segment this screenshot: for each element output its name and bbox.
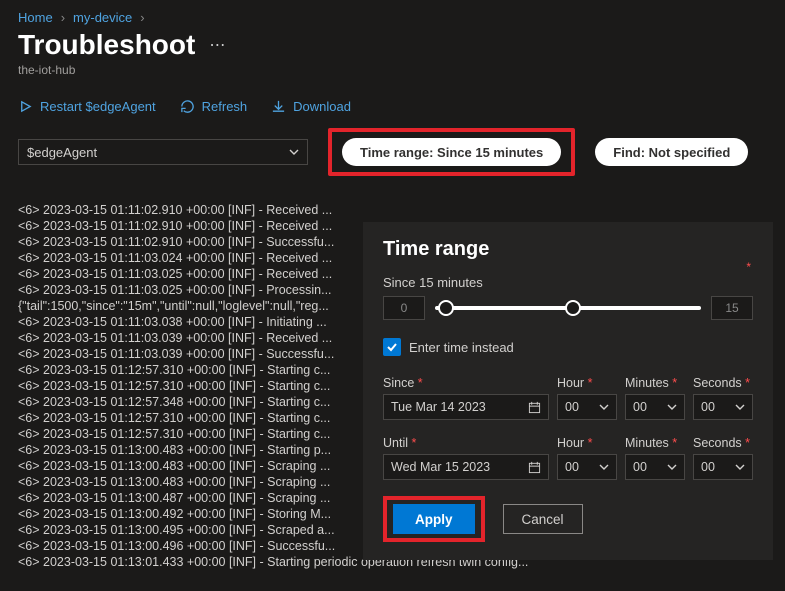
find-pill[interactable]: Find: Not specified <box>595 138 748 166</box>
chevron-down-icon <box>735 402 745 412</box>
until-sec-label: Seconds <box>693 436 742 450</box>
since-date-value: Tue Mar 14 2023 <box>391 400 486 414</box>
since-sec-select[interactable]: 00 <box>693 394 753 420</box>
since-label: Since <box>383 376 414 390</box>
slider-thumb-left[interactable] <box>438 300 454 316</box>
check-icon <box>386 341 398 353</box>
time-slider[interactable] <box>435 306 701 310</box>
since-minutes-label: Since 15 minutes <box>383 275 753 290</box>
chevron-down-icon <box>289 147 299 157</box>
until-label: Until <box>383 436 408 450</box>
since-min-select[interactable]: 00 <box>625 394 685 420</box>
chevron-down-icon <box>667 462 677 472</box>
page-title: Troubleshoot <box>18 29 195 61</box>
breadcrumb-home[interactable]: Home <box>18 10 53 25</box>
more-icon[interactable]: ⋯ <box>209 35 225 55</box>
chevron-down-icon <box>735 462 745 472</box>
refresh-label: Refresh <box>202 99 248 114</box>
restart-button[interactable]: Restart $edgeAgent <box>18 99 156 114</box>
since-date-input[interactable]: Tue Mar 14 2023 <box>383 394 549 420</box>
highlight-time-range: Time range: Since 15 minutes <box>328 128 575 176</box>
page-subtitle: the-iot-hub <box>0 61 785 91</box>
breadcrumb: Home › my-device › <box>0 0 785 29</box>
until-min-select[interactable]: 00 <box>625 454 685 480</box>
chevron-down-icon <box>667 402 677 412</box>
download-icon <box>271 99 286 114</box>
cancel-button[interactable]: Cancel <box>503 504 583 534</box>
toolbar: Restart $edgeAgent Refresh Download <box>0 91 785 128</box>
restart-label: Restart $edgeAgent <box>40 99 156 114</box>
module-select[interactable]: $edgeAgent <box>18 139 308 165</box>
until-hour-select[interactable]: 00 <box>557 454 617 480</box>
since-min-label: Minutes <box>625 376 669 390</box>
until-hour-label: Hour <box>557 436 584 450</box>
panel-title: Time range <box>383 238 753 261</box>
chevron-right-icon: › <box>61 10 65 25</box>
since-sec-label: Seconds <box>693 376 742 390</box>
play-icon <box>18 99 33 114</box>
slider-max-input[interactable] <box>711 296 753 320</box>
highlight-apply: Apply <box>383 496 485 542</box>
calendar-icon <box>528 401 541 414</box>
enter-time-label: Enter time instead <box>409 340 514 355</box>
until-sec-select[interactable]: 00 <box>693 454 753 480</box>
until-min-label: Minutes <box>625 436 669 450</box>
download-button[interactable]: Download <box>271 99 351 114</box>
since-hour-label: Hour <box>557 376 584 390</box>
refresh-icon <box>180 99 195 114</box>
time-range-panel: Time range * Since 15 minutes Enter time… <box>363 222 773 560</box>
slider-min-input[interactable] <box>383 296 425 320</box>
calendar-icon <box>528 461 541 474</box>
required-indicator: * <box>746 260 751 274</box>
chevron-down-icon <box>599 402 609 412</box>
refresh-button[interactable]: Refresh <box>180 99 248 114</box>
chevron-right-icon: › <box>140 10 144 25</box>
enter-time-checkbox[interactable] <box>383 338 401 356</box>
until-date-value: Wed Mar 15 2023 <box>391 460 490 474</box>
slider-thumb-right[interactable] <box>565 300 581 316</box>
since-hour-select[interactable]: 00 <box>557 394 617 420</box>
download-label: Download <box>293 99 351 114</box>
apply-button[interactable]: Apply <box>393 504 475 534</box>
module-select-value: $edgeAgent <box>27 145 97 160</box>
chevron-down-icon <box>599 462 609 472</box>
breadcrumb-device[interactable]: my-device <box>73 10 132 25</box>
time-range-pill[interactable]: Time range: Since 15 minutes <box>342 138 561 166</box>
log-line: <6> 2023-03-15 01:11:02.910 +00:00 [INF]… <box>18 202 528 218</box>
until-date-input[interactable]: Wed Mar 15 2023 <box>383 454 549 480</box>
